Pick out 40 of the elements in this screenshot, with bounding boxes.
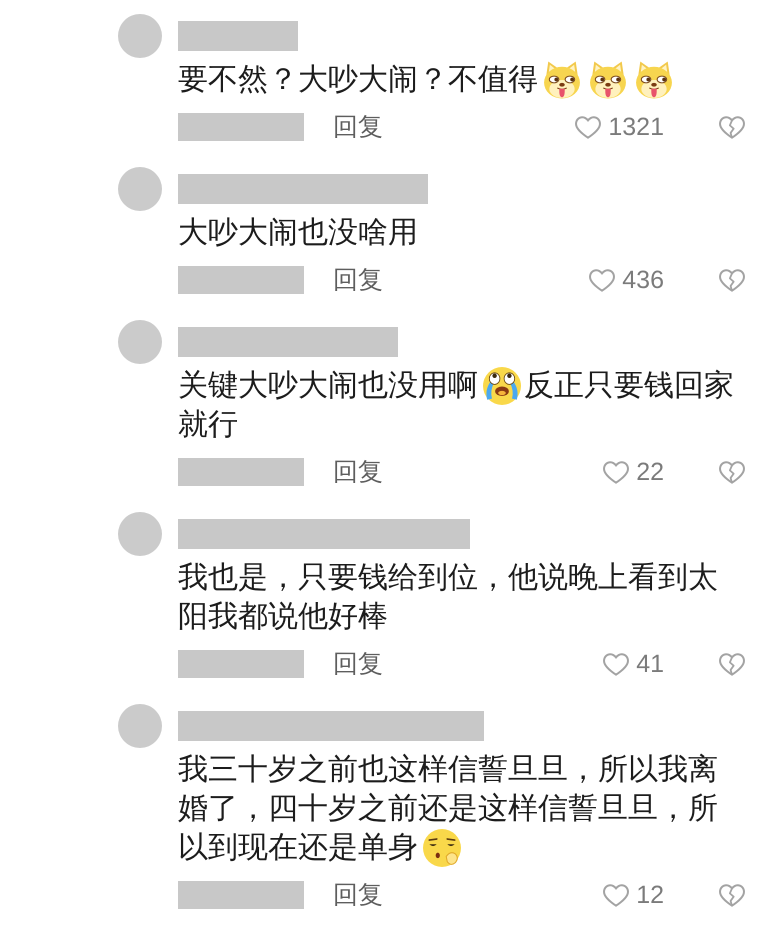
avatar — [118, 512, 162, 556]
broken-heart-icon[interactable] — [719, 460, 745, 484]
comment-text: 我三十岁之前也这样信誓旦旦，所以我离 — [178, 752, 718, 788]
dog-face-icon — [635, 60, 673, 98]
broken-heart-icon[interactable] — [719, 268, 745, 292]
hand-on-chin-face-icon — [423, 828, 461, 866]
like-button[interactable]: 12 — [603, 880, 664, 910]
broken-heart-icon[interactable] — [719, 884, 745, 906]
broken-heart-icon[interactable] — [719, 116, 745, 138]
avatar — [118, 704, 162, 748]
comment-text: 我也是，只要钱给到位，他说晚上看到太 — [178, 560, 718, 596]
reply-button[interactable]: 回复 — [333, 649, 383, 679]
reply-button[interactable]: 回复 — [333, 112, 383, 142]
like-button[interactable]: 41 — [603, 649, 664, 679]
comment-text: 以到现在还是单身 — [178, 830, 418, 866]
like-button[interactable]: 436 — [589, 265, 664, 295]
avatar — [118, 320, 162, 364]
comment-text: 婚了，四十岁之前还是这样信誓旦旦，所 — [178, 791, 718, 827]
heart-icon — [575, 116, 602, 138]
comment-text: 反正只要钱回家 — [524, 368, 734, 404]
like-button[interactable]: 22 — [603, 457, 664, 487]
heart-icon — [603, 460, 630, 484]
comment-text: 阳我都说他好棒 — [178, 599, 388, 635]
like-button[interactable]: 1321 — [575, 112, 664, 142]
reply-button[interactable]: 回复 — [333, 265, 383, 295]
heart-icon — [589, 268, 616, 292]
reply-button[interactable]: 回复 — [333, 457, 383, 487]
comment-text: 关键大吵大闹也没用啊 — [178, 368, 478, 404]
comment-text: 就行 — [178, 407, 238, 443]
avatar — [118, 167, 162, 211]
avatar — [118, 14, 162, 58]
heart-icon — [603, 652, 630, 676]
heart-icon — [603, 884, 630, 906]
teary-face-icon — [483, 366, 521, 404]
comment-text: 大吵大闹也没啥用 — [178, 215, 418, 251]
dog-face-icon — [589, 60, 627, 98]
comment-text: 要不然？大吵大闹？不值得 — [178, 62, 538, 98]
reply-button[interactable]: 回复 — [333, 880, 383, 910]
dog-face-icon — [543, 60, 581, 98]
broken-heart-icon[interactable] — [719, 652, 745, 676]
